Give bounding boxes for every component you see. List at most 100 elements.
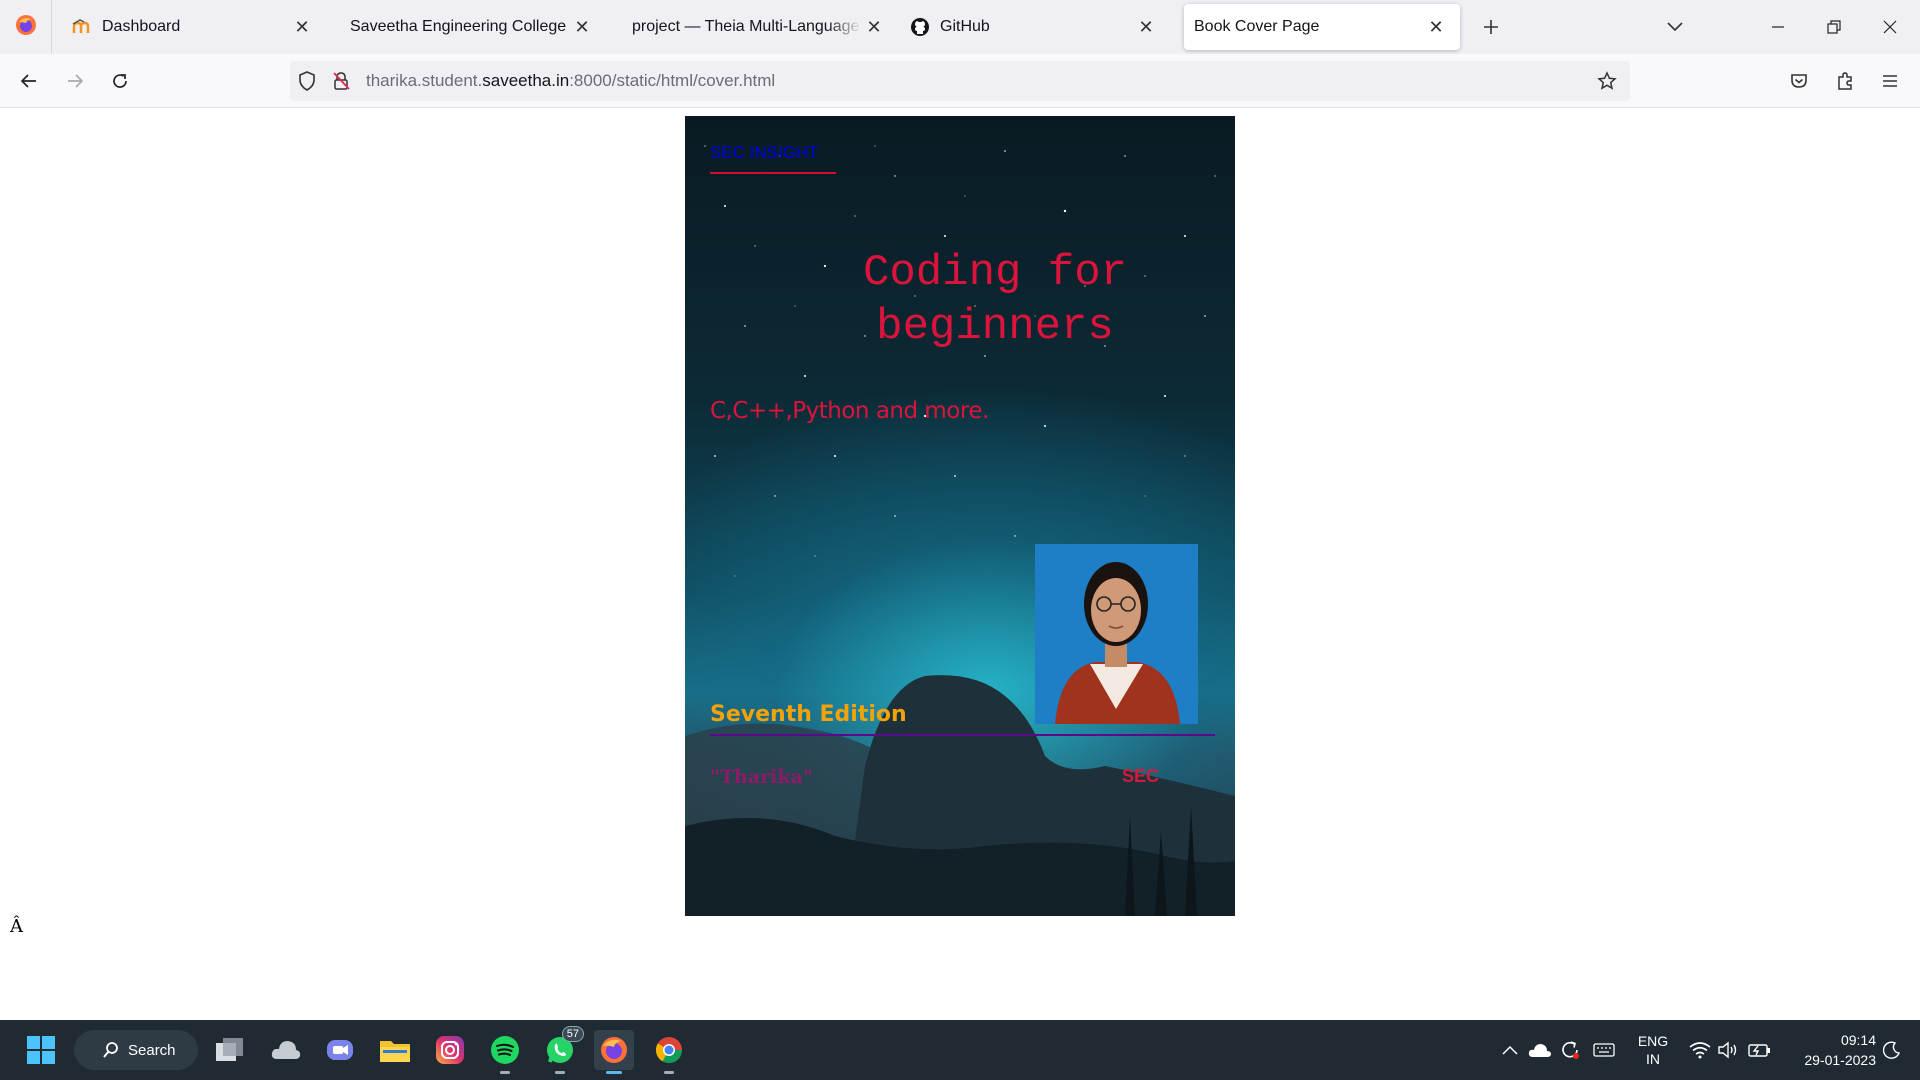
author-photo (1035, 544, 1198, 724)
firefox-icon (601, 1037, 627, 1063)
puzzle-icon (1838, 72, 1852, 90)
tab-strip: Dashboard ✕ Saveetha Engineering College… (0, 0, 1920, 54)
close-window-button[interactable] (1862, 0, 1918, 54)
chevron-up-icon (1502, 1045, 1518, 1055)
tab-title: Dashboard (102, 18, 181, 35)
close-tab-icon[interactable]: ✕ (1424, 15, 1448, 39)
weather-cloud-icon (271, 1041, 301, 1059)
arrow-right-icon (68, 74, 84, 88)
clock-time: 09:14 (1840, 1032, 1876, 1048)
whatsapp-button[interactable]: 57 (540, 1026, 584, 1074)
moodle-icon (72, 17, 92, 37)
input-language-indicator[interactable]: ENG IN (1630, 1032, 1676, 1068)
tab-title: Saveetha Engineering College (350, 18, 567, 35)
book-subtitle: C,C++,Python and more. (710, 398, 989, 424)
extensions-button[interactable] (1828, 64, 1862, 98)
file-explorer-button[interactable] (375, 1030, 415, 1070)
close-tab-icon[interactable]: ✕ (1134, 15, 1158, 39)
edition-label: Seventh Edition (710, 702, 907, 727)
task-view-icon (216, 1038, 243, 1061)
github-icon (910, 17, 930, 37)
teams-chat-button[interactable] (320, 1030, 360, 1070)
navigation-toolbar: tharika.student.saveetha.in:8000/static/… (0, 54, 1920, 108)
tab-github[interactable]: GitHub ✕ (894, 4, 1170, 50)
instagram-button[interactable] (430, 1030, 470, 1070)
teams-chat-icon (327, 1040, 353, 1060)
pocket-button[interactable] (1782, 64, 1816, 98)
pocket-icon (1791, 74, 1807, 88)
speaker-icon (1718, 1041, 1737, 1059)
widgets-button[interactable] (266, 1030, 306, 1070)
close-tab-icon[interactable]: ✕ (862, 15, 886, 39)
cloud-icon (1528, 1044, 1551, 1057)
instagram-icon (436, 1036, 464, 1064)
onedrive-tray-button[interactable] (1526, 1034, 1554, 1066)
search-label: Search (128, 1041, 176, 1059)
clock[interactable]: 09:14 29-01-2023 (1780, 1030, 1876, 1070)
notifications-button[interactable] (1878, 1034, 1906, 1066)
sync-tray-button[interactable] (1556, 1034, 1584, 1066)
battery-button[interactable] (1746, 1034, 1774, 1066)
search-icon (103, 1042, 118, 1058)
chrome-button[interactable] (649, 1030, 689, 1074)
brand-link[interactable]: SEC INSIGHT (710, 143, 819, 163)
url-bar[interactable]: tharika.student.saveetha.in:8000/static/… (290, 61, 1630, 101)
windows-logo-icon (27, 1036, 55, 1064)
sync-icon (1562, 1041, 1579, 1059)
spotify-button[interactable] (485, 1030, 525, 1074)
arrow-left-icon (20, 74, 36, 88)
start-button[interactable] (21, 1030, 61, 1070)
firefox-icon (15, 14, 37, 41)
active-indicator (606, 1071, 622, 1074)
bookmark-star-button[interactable] (1590, 64, 1624, 98)
tab-saveetha[interactable]: Saveetha Engineering College ✕ (330, 4, 606, 50)
lang-line-1: ENG (1637, 1033, 1669, 1049)
close-icon (1883, 20, 1897, 34)
book-title-line-2: beginners (876, 302, 1114, 352)
spotify-icon (491, 1036, 519, 1064)
tab-title: GitHub (940, 18, 990, 35)
plus-icon (1484, 20, 1498, 34)
show-hidden-icons-button[interactable] (1496, 1034, 1524, 1066)
list-all-tabs-button[interactable] (1660, 12, 1690, 42)
tab-dashboard[interactable]: Dashboard ✕ (56, 4, 326, 50)
wifi-icon (1689, 1042, 1711, 1059)
battery-charging-icon (1748, 1044, 1770, 1057)
reload-icon (113, 74, 127, 88)
tab-theia-project[interactable]: project — Theia Multi-Language Explorer … (612, 4, 890, 50)
chevron-down-icon (1667, 22, 1683, 32)
forward-button[interactable] (58, 64, 92, 98)
new-tab-button[interactable] (1476, 12, 1506, 42)
touch-keyboard-button[interactable] (1590, 1034, 1618, 1066)
minimize-icon (1772, 26, 1784, 28)
windows-taskbar: Search 57 ENG IN 09:14 29-01-2023 (0, 1020, 1920, 1080)
book-title: Coding for beginners (795, 246, 1195, 354)
url-text[interactable]: tharika.student.saveetha.in:8000/static/… (366, 71, 775, 91)
app-menu-button[interactable] (1873, 64, 1907, 98)
reload-button[interactable] (103, 64, 137, 98)
back-button[interactable] (12, 64, 46, 98)
tab-title: Book Cover Page (1194, 18, 1320, 35)
shield-icon[interactable] (290, 64, 324, 98)
moon-icon (1883, 1041, 1900, 1059)
tab-book-cover[interactable]: Book Cover Page ✕ (1184, 4, 1460, 50)
close-tab-icon[interactable]: ✕ (570, 15, 594, 39)
stray-character: Â (10, 916, 23, 937)
restore-button[interactable] (1806, 0, 1862, 54)
task-view-button[interactable] (210, 1030, 250, 1070)
taskbar-search[interactable]: Search (74, 1030, 198, 1070)
wifi-button[interactable] (1686, 1034, 1714, 1066)
firefox-view-button[interactable] (0, 0, 52, 54)
author-name: "Tharika" (710, 766, 813, 788)
book-cover: SEC INSIGHT Coding for beginners C,C++,P… (685, 116, 1235, 916)
volume-button[interactable] (1714, 1034, 1742, 1066)
publisher-name: SEC (1122, 766, 1160, 786)
close-tab-icon[interactable]: ✕ (290, 15, 314, 39)
minimize-button[interactable] (1750, 0, 1806, 54)
insecure-lock-icon[interactable] (324, 64, 358, 98)
edition-divider (710, 734, 1215, 736)
restore-icon (1827, 20, 1841, 34)
hamburger-menu-icon (1883, 75, 1897, 87)
clock-date: 29-01-2023 (1804, 1052, 1876, 1068)
firefox-taskbar-button[interactable] (594, 1030, 634, 1074)
